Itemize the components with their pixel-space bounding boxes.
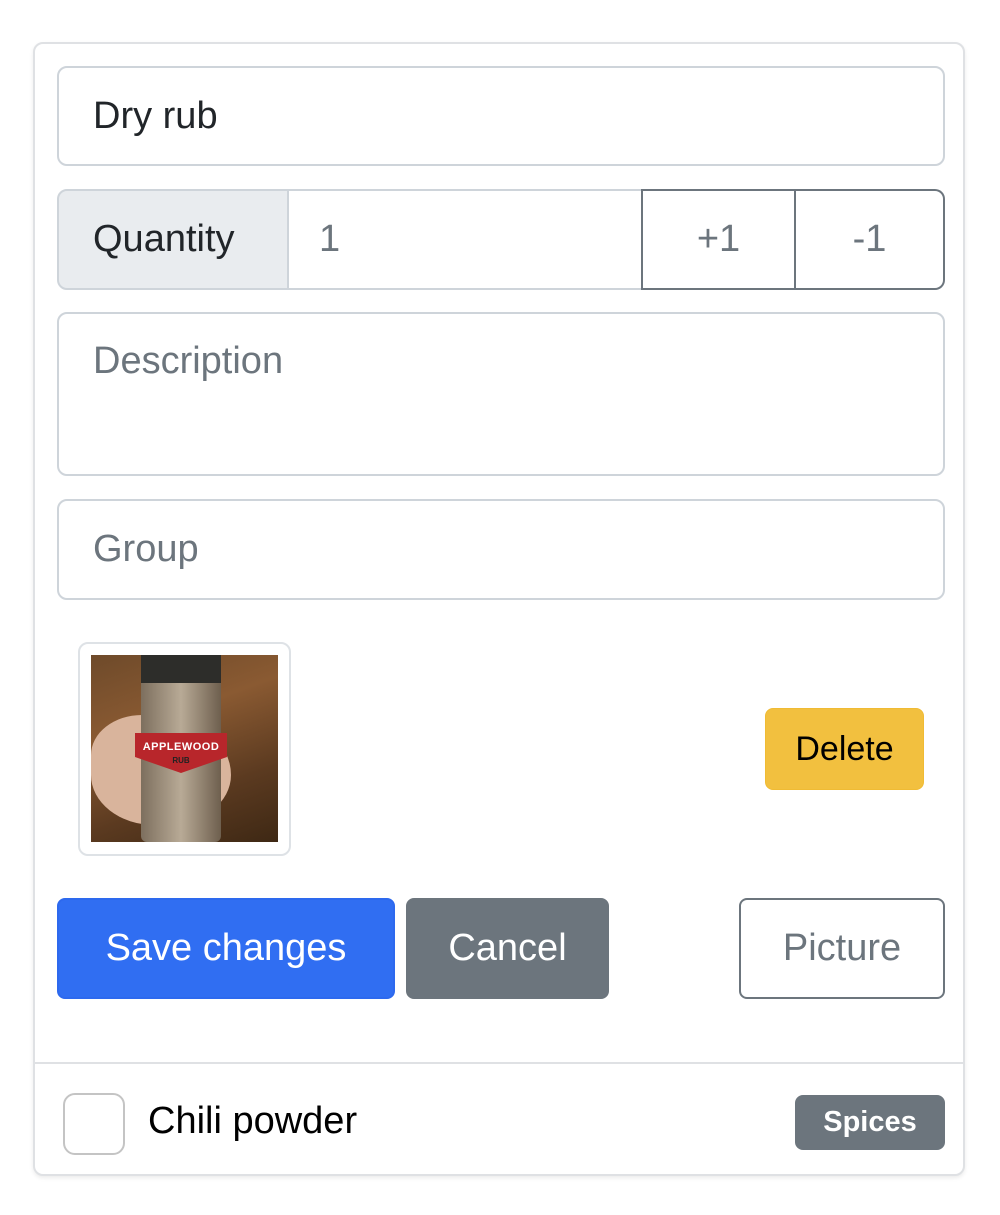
description-placeholder: Description	[93, 340, 284, 382]
edit-item-card: Dry rub Quantity 1 +1 -1 Description Gro…	[33, 42, 965, 1176]
group-input[interactable]: Group	[57, 499, 945, 600]
item-name-input[interactable]: Dry rub	[57, 66, 945, 166]
picture-thumbnail[interactable]: APPLEWOOD RUB	[78, 642, 291, 856]
save-changes-button[interactable]: Save changes	[57, 898, 395, 999]
quantity-input[interactable]: 1	[289, 189, 641, 290]
item-label[interactable]: Chili powder	[148, 1100, 357, 1143]
item-name-value: Dry rub	[93, 94, 218, 137]
quantity-stepper: Quantity 1 +1 -1	[57, 189, 945, 290]
item-checkbox[interactable]	[63, 1093, 125, 1155]
photo-label-subtext: RUB	[172, 756, 190, 765]
description-textarea[interactable]: Description	[57, 312, 945, 476]
photo-label-text: APPLEWOOD	[142, 741, 220, 753]
group-placeholder: Group	[93, 528, 199, 570]
quantity-label: Quantity	[57, 189, 289, 290]
photo-jar-cap	[141, 655, 221, 683]
item-photo: APPLEWOOD RUB	[91, 655, 278, 842]
add-picture-button[interactable]: Picture	[739, 898, 945, 999]
cancel-button[interactable]: Cancel	[406, 898, 609, 999]
group-badge: Spices	[795, 1095, 945, 1150]
quantity-value: 1	[319, 218, 341, 260]
delete-picture-button[interactable]: Delete	[765, 708, 924, 790]
increment-button[interactable]: +1	[641, 189, 796, 290]
list-item: Chili powder Spices	[35, 1064, 963, 1174]
decrement-button[interactable]: -1	[796, 189, 945, 290]
